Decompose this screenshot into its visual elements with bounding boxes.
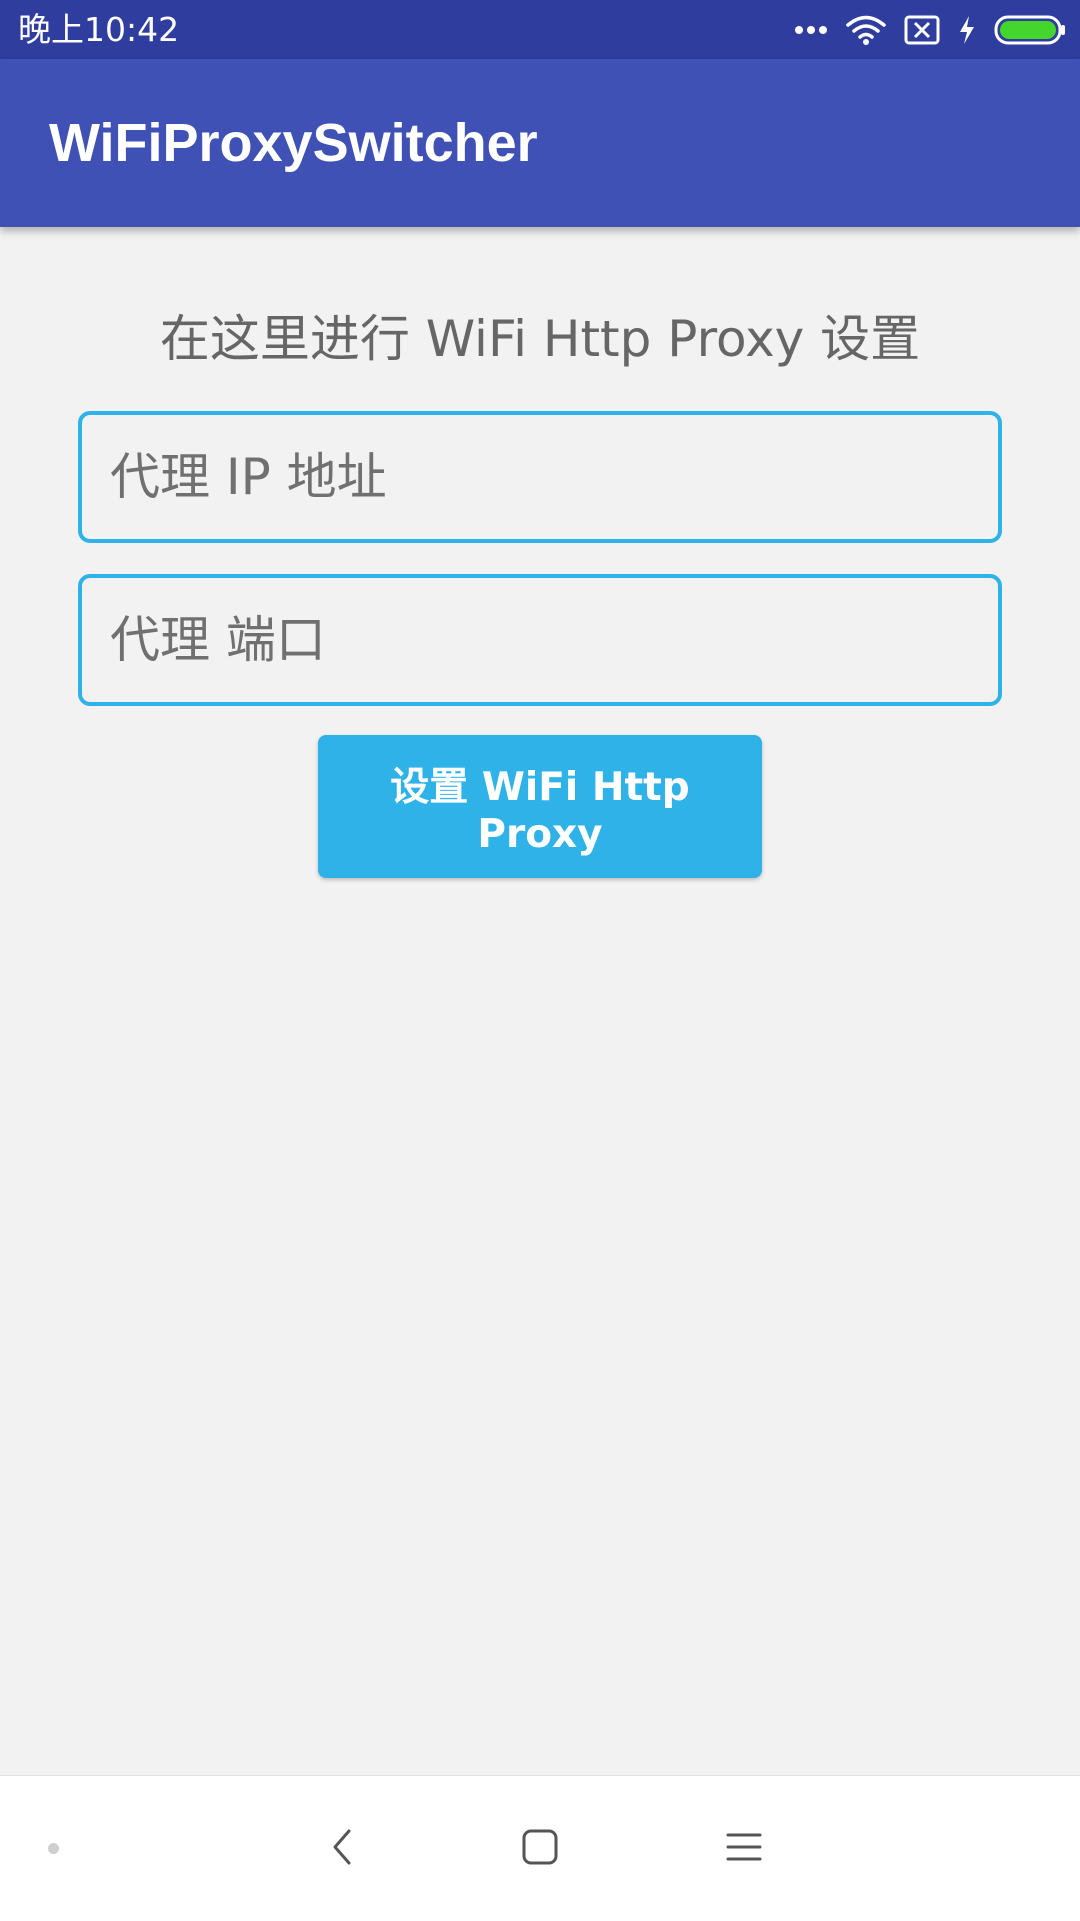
status-bar: 晚上10:42 (0, 0, 1080, 59)
proxy-ip-field[interactable] (78, 411, 1002, 543)
proxy-port-input[interactable] (82, 578, 998, 702)
back-button[interactable] (307, 1814, 377, 1884)
status-icons (794, 10, 1066, 50)
set-proxy-button[interactable]: 设置 WiFi Http Proxy (318, 735, 762, 878)
home-icon (520, 1827, 560, 1871)
battery-icon (994, 15, 1066, 45)
proxy-ip-input[interactable] (82, 415, 998, 539)
status-time: 晚上10:42 (18, 10, 180, 49)
charging-icon (958, 15, 976, 45)
more-dots-icon (794, 25, 828, 35)
proxy-port-field[interactable] (78, 574, 1002, 706)
nav-indicator-dot (48, 1843, 59, 1854)
menu-icon (725, 1830, 763, 1868)
page-heading: 在这里进行 WiFi Http Proxy 设置 (159, 310, 921, 368)
app-title: WiFiProxySwitcher (49, 113, 538, 173)
navigation-bar (0, 1775, 1080, 1921)
home-button[interactable] (505, 1814, 575, 1884)
app-bar: WiFiProxySwitcher (0, 59, 1080, 227)
no-sim-icon (904, 15, 940, 45)
back-icon (327, 1827, 357, 1871)
menu-button[interactable] (709, 1814, 779, 1884)
wifi-icon (846, 14, 886, 46)
